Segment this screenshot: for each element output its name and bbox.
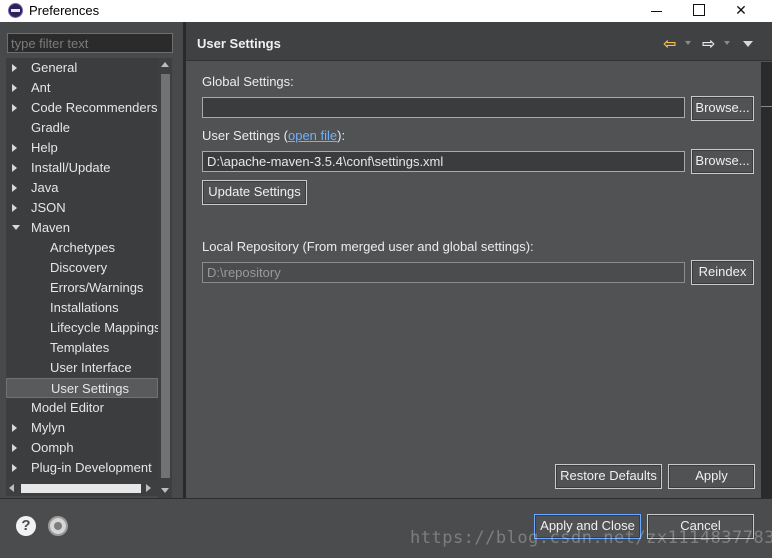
sidebar-item-label: Archetypes xyxy=(50,240,116,255)
chevron-right-icon[interactable] xyxy=(12,104,17,112)
sidebar-item-label: Gradle xyxy=(31,120,71,135)
scroll-thumb[interactable] xyxy=(161,74,170,478)
sidebar-item-errors-warnings[interactable]: Errors/Warnings xyxy=(6,278,158,298)
local-repository-label: Local Repository (From merged user and g… xyxy=(202,239,534,254)
chevron-down-icon[interactable] xyxy=(12,225,20,230)
sidebar-item-label: Lifecycle Mappings xyxy=(50,320,158,335)
sidebar-item-label: Mylyn xyxy=(31,420,65,435)
sidebar-item-ant[interactable]: Ant xyxy=(6,78,158,98)
edge-tick xyxy=(761,106,772,107)
sidebar-item-user-interface[interactable]: User Interface xyxy=(6,358,158,378)
sidebar-item-label: User Interface xyxy=(50,360,132,375)
help-icon[interactable]: ? xyxy=(16,516,36,536)
user-settings-label-suffix: ): xyxy=(337,128,346,143)
scroll-down-icon[interactable] xyxy=(161,488,169,493)
sidebar-item-label: Install/Update xyxy=(31,160,111,175)
sidebar-item-gradle[interactable]: Gradle xyxy=(6,118,158,138)
scroll-up-icon[interactable] xyxy=(161,62,169,67)
editor-edge xyxy=(761,62,772,498)
forward-arrow-icon[interactable]: ⇨ xyxy=(702,34,715,54)
sidebar-item-archetypes[interactable]: Archetypes xyxy=(6,238,158,258)
scroll-thumb-horizontal[interactable] xyxy=(21,484,141,493)
sidebar-item-label: Errors/Warnings xyxy=(50,280,144,295)
sidebar-item-maven[interactable]: Maven xyxy=(6,218,158,238)
scroll-right-icon[interactable] xyxy=(146,484,151,492)
user-browse-button[interactable]: Browse... xyxy=(691,149,754,174)
sidebar-item-label: Plug-in Development xyxy=(31,460,152,475)
eclipse-icon xyxy=(8,3,23,18)
sidebar-item-java[interactable]: Java xyxy=(6,178,158,198)
chevron-right-icon[interactable] xyxy=(12,444,17,452)
preferences-sidebar: General Ant Code Recommenders Gradle Help Ins… xyxy=(0,22,183,500)
close-button[interactable]: ✕ xyxy=(719,0,763,22)
chevron-right-icon[interactable] xyxy=(12,184,17,192)
sidebar-item-label: User Settings xyxy=(51,381,130,396)
global-browse-button[interactable]: Browse... xyxy=(691,96,754,121)
apply-button[interactable]: Apply xyxy=(668,464,755,489)
update-settings-button[interactable]: Update Settings xyxy=(202,180,307,205)
user-settings-field[interactable]: D:\apache-maven-3.5.4\conf\settings.xml xyxy=(202,151,685,172)
sidebar-item-label: Ant xyxy=(31,80,51,95)
sidebar-item-general[interactable]: General xyxy=(6,58,158,78)
sidebar-item-plug-in-development[interactable]: Plug-in Development xyxy=(6,458,158,478)
maximize-button[interactable] xyxy=(676,0,720,22)
minimize-button[interactable] xyxy=(634,0,678,22)
chevron-right-icon[interactable] xyxy=(12,164,17,172)
back-arrow-icon[interactable]: ⇦ xyxy=(663,34,676,54)
open-file-link[interactable]: open file xyxy=(288,128,337,143)
page-content: Global Settings: Browse... User Settings… xyxy=(186,62,761,494)
watermark: https://blog.csdn.net/zx1114837783 xyxy=(410,528,772,548)
sidebar-item-model-editor[interactable]: Model Editor xyxy=(6,398,158,418)
global-settings-label: Global Settings: xyxy=(202,74,294,89)
view-menu-chevron-icon[interactable] xyxy=(743,41,753,47)
chevron-right-icon[interactable] xyxy=(12,204,17,212)
sidebar-item-label: General xyxy=(31,60,78,75)
sidebar-item-label: Discovery xyxy=(50,260,108,275)
window-title: Preferences xyxy=(29,3,100,18)
chevron-right-icon[interactable] xyxy=(12,144,17,152)
preference-page: User Settings ⇦ ⇨ Global Settings: Brows… xyxy=(186,22,772,498)
page-header: User Settings ⇦ ⇨ xyxy=(186,22,772,61)
chevron-right-icon[interactable] xyxy=(12,84,17,92)
chevron-right-icon[interactable] xyxy=(12,424,17,432)
sidebar-item-label: Java xyxy=(31,180,59,195)
preference-tree: General Ant Code Recommenders Gradle Help Ins… xyxy=(6,58,158,480)
import-export-icon[interactable] xyxy=(48,516,68,536)
sidebar-item-label: Oomph xyxy=(31,440,74,455)
sidebar-item-help[interactable]: Help xyxy=(6,138,158,158)
sidebar-item-label: Code Recommenders xyxy=(31,100,158,115)
chevron-right-icon[interactable] xyxy=(12,64,17,72)
sidebar-item-code-recommenders[interactable]: Code Recommenders xyxy=(6,98,158,118)
sidebar-item-label: JSON xyxy=(31,200,66,215)
sidebar-item-label: Help xyxy=(31,140,58,155)
user-settings-label: User Settings (open file): xyxy=(202,128,345,143)
tree-vertical-scrollbar[interactable] xyxy=(158,58,172,500)
filter-input[interactable] xyxy=(7,33,173,53)
sidebar-item-label: Model Editor xyxy=(31,400,104,415)
sidebar-item-label: Maven xyxy=(31,220,71,235)
sidebar-item-templates[interactable]: Templates xyxy=(6,338,158,358)
user-settings-label-prefix: User Settings ( xyxy=(202,128,288,143)
sidebar-item-json[interactable]: JSON xyxy=(6,198,158,218)
restore-defaults-button[interactable]: Restore Defaults xyxy=(555,464,662,489)
tree-horizontal-scrollbar[interactable] xyxy=(6,480,158,496)
global-settings-field[interactable] xyxy=(202,97,685,118)
sidebar-item-oomph[interactable]: Oomph xyxy=(6,438,158,458)
sidebar-item-label: Installations xyxy=(50,300,119,315)
scroll-left-icon[interactable] xyxy=(9,484,14,492)
sidebar-item-installations[interactable]: Installations xyxy=(6,298,158,318)
title-bar: Preferences ✕ xyxy=(0,0,772,22)
sidebar-item-install-update[interactable]: Install/Update xyxy=(6,158,158,178)
page-title: User Settings xyxy=(197,36,281,51)
sidebar-item-lifecycle-mappings[interactable]: Lifecycle Mappings xyxy=(6,318,158,338)
sidebar-item-user-settings[interactable]: User Settings xyxy=(6,378,158,398)
back-history-chevron-icon[interactable] xyxy=(685,41,691,45)
sidebar-item-discovery[interactable]: Discovery xyxy=(6,258,158,278)
sidebar-item-mylyn[interactable]: Mylyn xyxy=(6,418,158,438)
forward-history-chevron-icon[interactable] xyxy=(724,41,730,45)
reindex-button[interactable]: Reindex xyxy=(691,260,754,285)
chevron-right-icon[interactable] xyxy=(12,464,17,472)
local-repository-field: D:\repository xyxy=(202,262,685,283)
sidebar-item-label: Templates xyxy=(50,340,110,355)
